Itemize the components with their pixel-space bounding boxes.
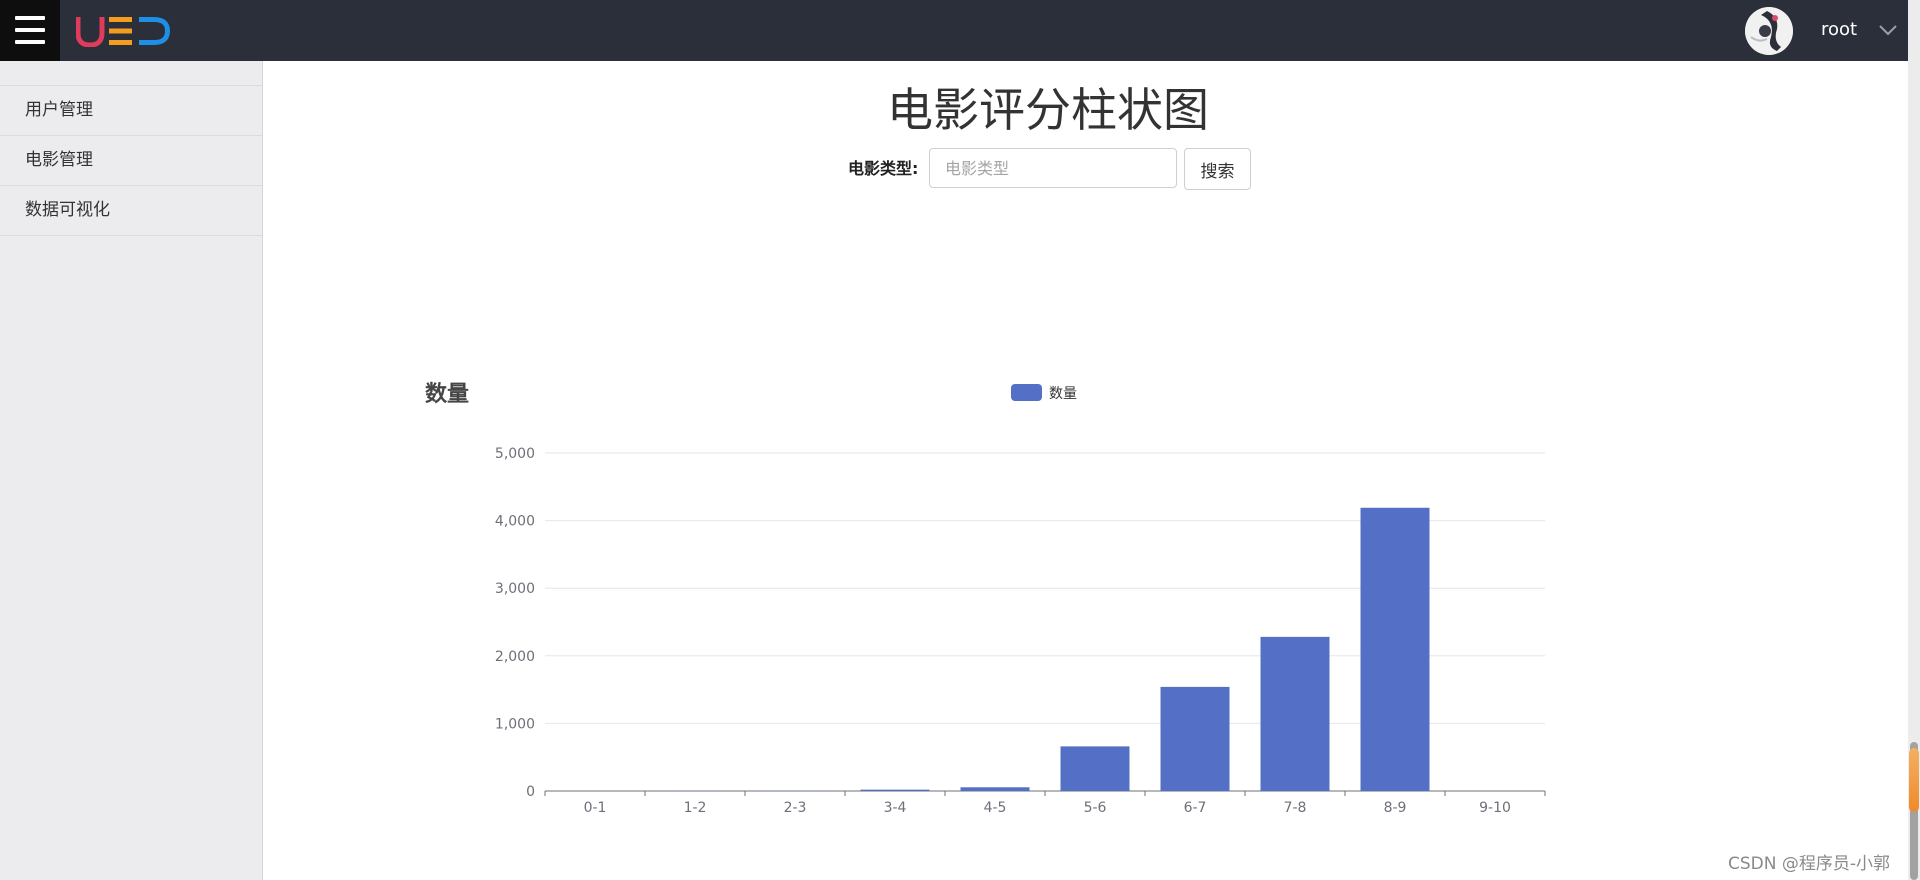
rating-bar-chart: 数量 数量 0 1,000 2,000 3,000 4,000 5,000 0-1 1-2 2-3 3…: [425, 381, 1546, 816]
x-tick-label: 3-4: [884, 800, 907, 816]
watermark: CSDN @程序员-小郭: [1728, 854, 1891, 874]
x-tick-label: 4-5: [984, 800, 1007, 816]
bar: [1260, 636, 1330, 791]
x-tick-label: 2-3: [784, 800, 807, 816]
y-tick-label: 2,000: [495, 649, 535, 665]
bar: [860, 789, 930, 791]
bar: [1160, 686, 1230, 791]
x-tick-label: 9-10: [1479, 800, 1511, 816]
page-scrollbar[interactable]: [1908, 0, 1920, 880]
legend-swatch: [1011, 384, 1042, 401]
x-tick-label: 8-9: [1384, 800, 1407, 816]
y-tick-label: 5,000: [495, 446, 535, 462]
y-tick-label: 0: [526, 784, 535, 800]
x-tick-label: 5-6: [1084, 800, 1107, 816]
bar: [1060, 746, 1130, 791]
x-tick-label: 6-7: [1184, 800, 1207, 816]
legend-label: 数量: [1049, 386, 1077, 402]
x-tick-label: 0-1: [584, 800, 607, 816]
y-tick-label: 3,000: [495, 581, 535, 597]
x-tick-label: 7-8: [1284, 800, 1307, 816]
y-tick-label: 1,000: [495, 716, 535, 732]
y-tick-label: 4,000: [495, 514, 535, 530]
scrollbar-accent: [1909, 748, 1919, 812]
chart-title: 数量: [425, 381, 469, 407]
bar: [960, 787, 1030, 791]
bar: [1360, 507, 1430, 791]
x-tick-label: 1-2: [684, 800, 707, 816]
